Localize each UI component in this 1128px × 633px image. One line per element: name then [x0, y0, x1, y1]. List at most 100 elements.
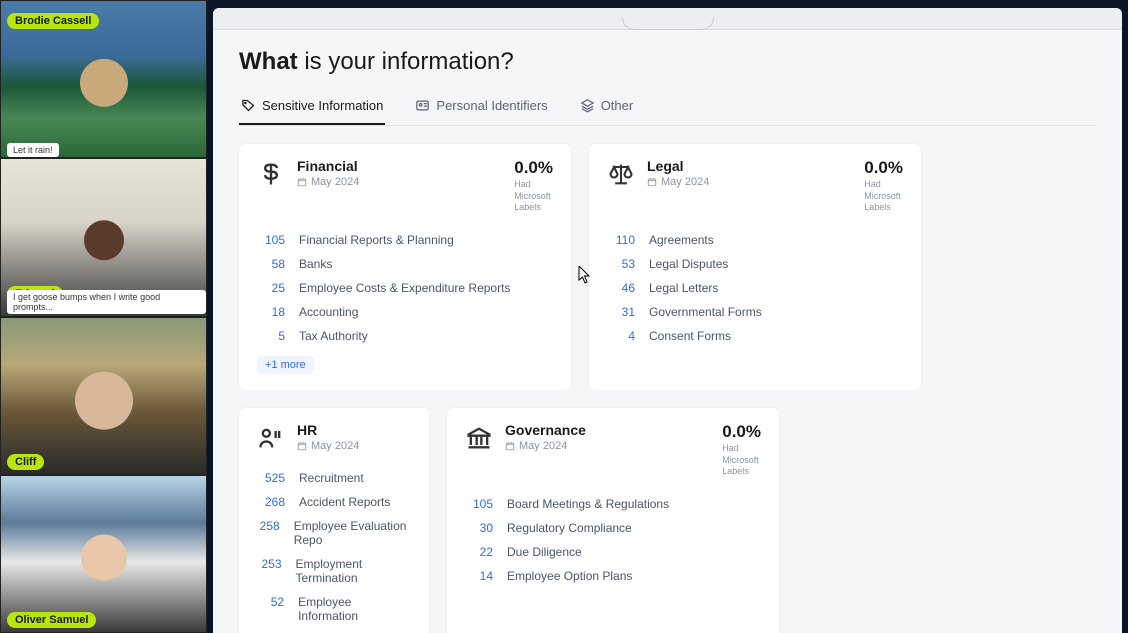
- list-item[interactable]: 25Employee Costs & Expenditure Reports: [257, 276, 553, 300]
- app-panel: What is your information? Sensitive Info…: [213, 8, 1122, 633]
- list-item-label: Due Diligence: [507, 545, 582, 559]
- card-title: HR: [297, 422, 359, 438]
- list-item-count: 58: [257, 257, 285, 271]
- list-item[interactable]: 5 Tax Authority: [257, 324, 553, 348]
- list-item[interactable]: 258Employee Evaluation Repo: [257, 514, 411, 552]
- bank-icon: [465, 424, 493, 452]
- list-item-count: 53: [607, 257, 635, 271]
- hr-icon: [257, 424, 285, 452]
- avatar: [81, 535, 127, 581]
- card-header-left: Governance May 2024: [465, 422, 586, 452]
- tab-other[interactable]: Other: [578, 98, 636, 125]
- tab-sensitive-information[interactable]: Sensitive Information: [239, 98, 385, 125]
- list-item[interactable]: 105Board Meetings & Regulations: [465, 492, 761, 516]
- list-item-label: Regulatory Compliance: [507, 521, 632, 535]
- list-item-count: 52: [257, 595, 284, 623]
- participant-caption: Let it rain!: [7, 143, 59, 157]
- card-date: May 2024: [505, 440, 586, 452]
- card-header: LegalMay 2024 0.0%Had Microsoft Labels: [607, 158, 903, 214]
- list-item[interactable]: 268Accident Reports: [257, 490, 411, 514]
- page-title-rest: is your information?: [298, 48, 514, 75]
- list-item[interactable]: 52 Employee Information: [257, 590, 411, 628]
- avatar: [84, 221, 124, 261]
- page-title: What is your information?: [239, 48, 1096, 76]
- list-item-count: 105: [257, 233, 285, 247]
- list-item[interactable]: 18 Accounting: [257, 300, 553, 324]
- list-item-count: 31: [607, 305, 635, 319]
- card-stat: 0.0%Had Microsoft Labels: [514, 158, 553, 214]
- card-legal[interactable]: LegalMay 2024 0.0%Had Microsoft Labels 110…: [589, 144, 921, 390]
- list-item[interactable]: 46Legal Letters: [607, 276, 903, 300]
- card-header-left: LegalMay 2024: [607, 158, 709, 188]
- dollar-icon: [257, 160, 285, 188]
- list-item-count: 525: [257, 471, 285, 485]
- tab-personal-identifiers[interactable]: Personal Identifiers: [413, 98, 549, 125]
- list-item[interactable]: 53Legal Disputes: [607, 252, 903, 276]
- list-item[interactable]: 31Governmental Forms: [607, 300, 903, 324]
- card-stat: 0.0%Had Microsoft Labels: [722, 422, 761, 478]
- list-item-label: Banks: [299, 257, 332, 271]
- card-stat-value: 0.0%: [722, 422, 761, 442]
- list-item-label: Accounting: [299, 305, 358, 319]
- card-title-block: Governance May 2024: [505, 422, 586, 452]
- list-item-count: 253: [257, 557, 282, 585]
- list-item[interactable]: 14Employee Option Plans: [465, 564, 761, 588]
- card-title-block: FinancialMay 2024: [297, 158, 359, 188]
- video-tile-edward[interactable]: EdwardI get goose bumps when I write goo…: [0, 158, 207, 316]
- list-item[interactable]: 30 Regulatory Compliance: [465, 516, 761, 540]
- list-item-label: Tax Authority: [299, 329, 368, 343]
- list-item-count: 5: [257, 329, 285, 343]
- list-item-label: Employment Termination: [296, 557, 411, 585]
- more-button[interactable]: +1 more: [257, 356, 314, 374]
- list-item-count: 46: [607, 281, 635, 295]
- list-item-label: Board Meetings & Regulations: [507, 497, 669, 511]
- layers-icon: [580, 98, 595, 113]
- panel-top-bar: [213, 8, 1122, 30]
- card-title: Governance: [505, 422, 586, 438]
- list-item-count: 18: [257, 305, 285, 319]
- card-header: Governance May 2024 0.0%Had Microsoft Labe…: [465, 422, 761, 478]
- list-item[interactable]: 253 Employment Termination: [257, 552, 411, 590]
- card-header: FinancialMay 2024 0.0%Had Microsoft Label…: [257, 158, 553, 214]
- card-header-left: HRMay 2024: [257, 422, 359, 452]
- list-item-label: Consent Forms: [649, 329, 731, 343]
- list-item-label: Employee Information: [298, 595, 411, 623]
- card-stat: 0.0%Had Microsoft Labels: [864, 158, 903, 214]
- page-title-bold: What: [239, 48, 298, 75]
- list-item-count: 30: [465, 521, 493, 535]
- panel-body: What is your information? Sensitive Info…: [213, 30, 1122, 633]
- list-item-label: Agreements: [649, 233, 714, 247]
- list-item[interactable]: 4Consent Forms: [607, 324, 903, 348]
- card-financial[interactable]: FinancialMay 2024 0.0%Had Microsoft Label…: [239, 144, 571, 390]
- card-title: Financial: [297, 158, 359, 174]
- card-title-block: HRMay 2024: [297, 422, 359, 452]
- card-hr[interactable]: HRMay 2024 525Recruitment268Accident Repo…: [239, 408, 429, 633]
- video-tile-oliver-samuel[interactable]: Oliver Samuel: [0, 475, 207, 633]
- list-item[interactable]: 110 Agreements: [607, 228, 903, 252]
- card-title-block: LegalMay 2024: [647, 158, 709, 188]
- list-item[interactable]: 58 Banks: [257, 252, 553, 276]
- list-item[interactable]: 22Due Diligence: [465, 540, 761, 564]
- list-item-count: 268: [257, 495, 285, 509]
- card-stat-value: 0.0%: [864, 158, 903, 178]
- card-stat-label: Had Microsoft Labels: [722, 443, 761, 478]
- tab-label: Personal Identifiers: [436, 98, 547, 113]
- list-item-count: 110: [607, 233, 635, 247]
- card-header-left: FinancialMay 2024: [257, 158, 359, 188]
- video-tile-brodie-cassell[interactable]: Brodie Cassell Let it rain!: [0, 0, 207, 158]
- list-item[interactable]: 525Recruitment: [257, 466, 411, 490]
- list-item-count: 258: [257, 519, 280, 547]
- list-item[interactable]: 105Financial Reports & Planning: [257, 228, 553, 252]
- card-stat-value: 0.0%: [514, 158, 553, 178]
- participant-name-badge: Oliver Samuel: [7, 612, 96, 628]
- list-item-label: Employee Option Plans: [507, 569, 632, 583]
- list-item-count: 25: [257, 281, 285, 295]
- card-governance[interactable]: Governance May 2024 0.0%Had Microsoft Labe…: [447, 408, 779, 633]
- participant-name-badge: Brodie Cassell: [7, 13, 99, 29]
- card-date: May 2024: [647, 176, 709, 188]
- avatar: [75, 371, 133, 429]
- card-list: 525Recruitment268Accident Reports258Empl…: [257, 466, 411, 628]
- video-tile-cliff[interactable]: Cliff: [0, 317, 207, 475]
- participant-name-badge: Cliff: [7, 454, 44, 470]
- avatar: [80, 59, 128, 107]
